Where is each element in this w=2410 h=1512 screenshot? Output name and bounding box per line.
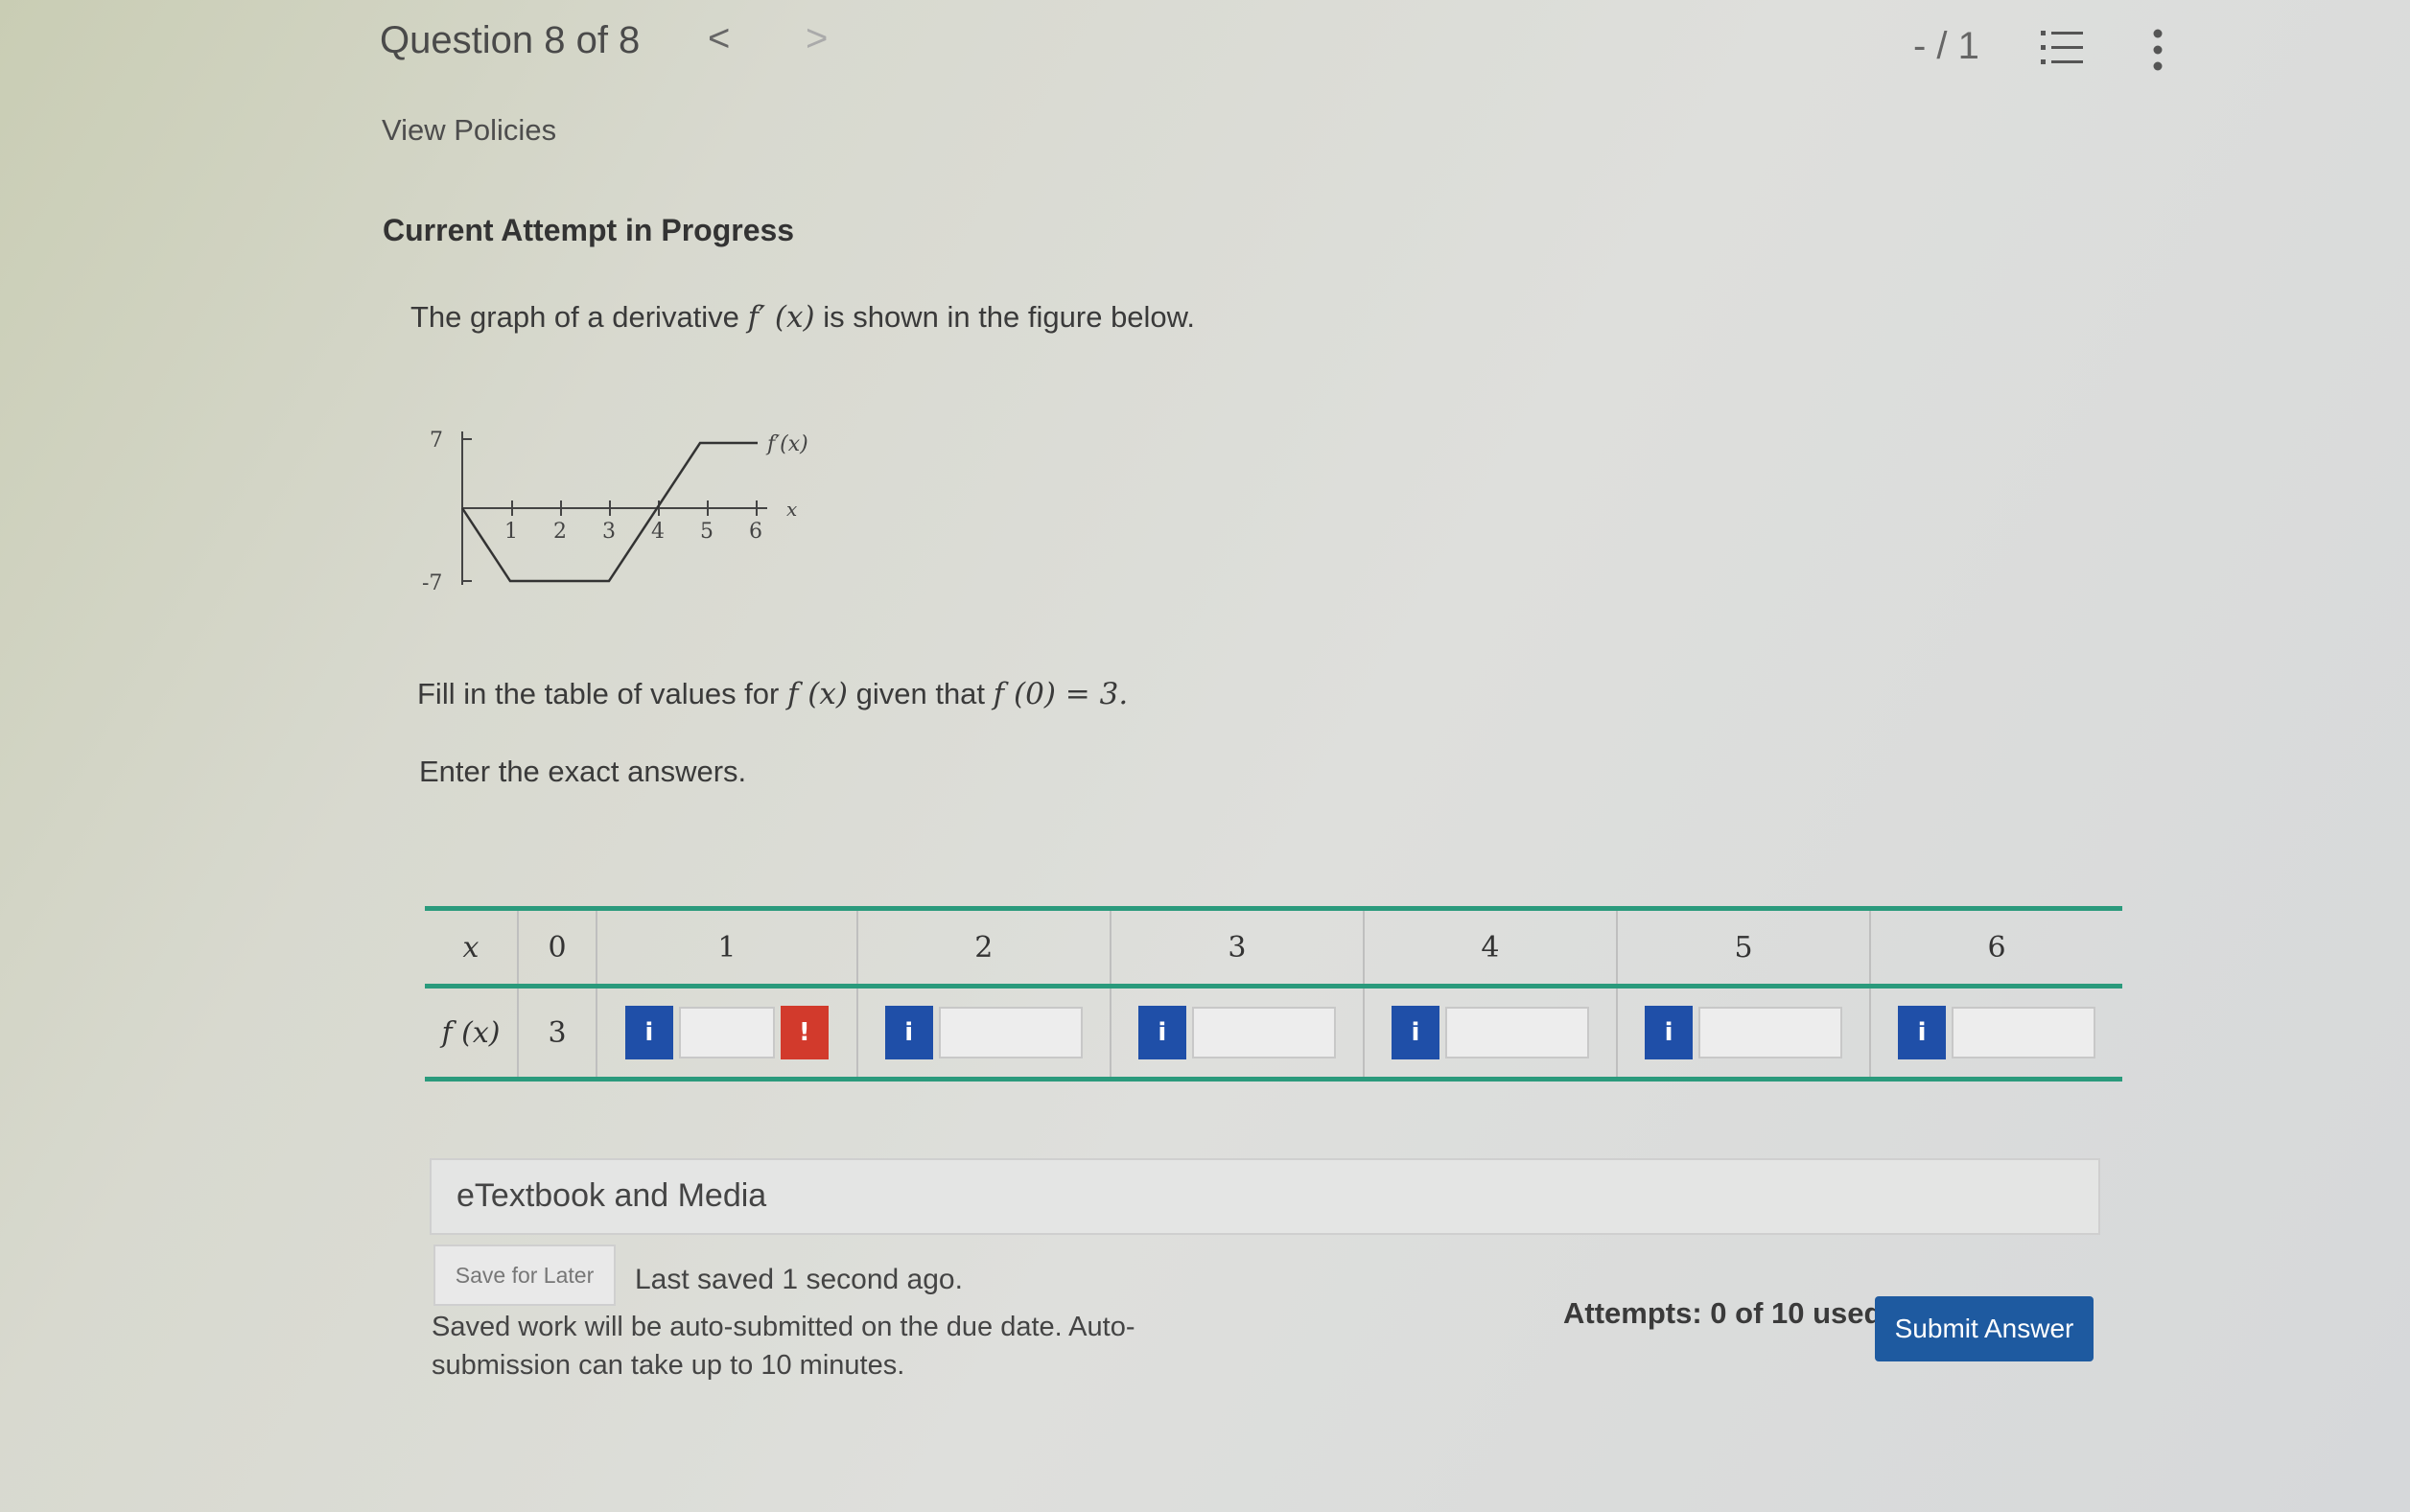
intro-function: f′ (x) bbox=[747, 300, 815, 335]
x-value: 1 bbox=[596, 906, 857, 989]
answer-cell-2: i bbox=[855, 986, 1111, 1082]
score-display: - / 1 bbox=[1913, 25, 1979, 67]
fill-text: Fill in the table of values for bbox=[417, 677, 780, 710]
answer-input-6[interactable] bbox=[1952, 1007, 2096, 1058]
answer-input-2[interactable] bbox=[938, 1007, 1083, 1058]
answer-input-1[interactable] bbox=[678, 1007, 775, 1058]
derivative-graph: 7 -7 1 2 3 4 5 6 x f′(x) bbox=[422, 429, 808, 595]
fx-row: f (x) 3 i ! i i i i i bbox=[425, 986, 2122, 1082]
save-for-later-button[interactable]: Save for Later bbox=[433, 1244, 616, 1306]
info-icon[interactable]: i bbox=[1137, 1006, 1186, 1059]
info-icon[interactable]: i bbox=[1645, 1006, 1694, 1059]
f0-value: 3 bbox=[517, 986, 597, 1082]
fill-instruction: Fill in the table of values for f (x) gi… bbox=[417, 677, 1128, 711]
answer-cell-4: i bbox=[1362, 986, 1617, 1082]
exact-answer-instruction: Enter the exact answers. bbox=[419, 755, 747, 788]
x-axis-label: x bbox=[786, 498, 797, 521]
info-icon[interactable]: i bbox=[1391, 1006, 1439, 1059]
intro-text: The graph of a derivative bbox=[410, 300, 739, 334]
x-tick-label: 4 bbox=[651, 520, 665, 544]
x-tick-label: 5 bbox=[700, 520, 714, 544]
answer-cell-3: i bbox=[1109, 986, 1364, 1082]
x-value: 5 bbox=[1615, 906, 1871, 989]
answer-cell-6: i bbox=[1869, 986, 2122, 1082]
info-icon[interactable]: i bbox=[1898, 1006, 1947, 1059]
fill-function: f (x) bbox=[786, 677, 848, 711]
y-bottom-label: -7 bbox=[422, 571, 442, 595]
previous-question-button[interactable]: < bbox=[708, 17, 730, 60]
view-policies-link[interactable]: View Policies bbox=[382, 113, 556, 148]
error-icon[interactable]: ! bbox=[780, 1006, 829, 1059]
x-value: 0 bbox=[517, 906, 597, 989]
etextbook-media-bar[interactable]: eTextbook and Media bbox=[430, 1158, 2100, 1235]
info-icon[interactable]: i bbox=[624, 1006, 673, 1059]
next-question-button[interactable]: > bbox=[806, 17, 828, 60]
attempt-heading: Current Attempt in Progress bbox=[383, 213, 795, 247]
attempts-counter: Attempts: 0 of 10 used bbox=[1563, 1296, 1883, 1330]
info-icon[interactable]: i bbox=[884, 1006, 933, 1059]
x-value: 4 bbox=[1362, 906, 1617, 989]
question-intro: The graph of a derivative f′ (x) is show… bbox=[410, 300, 1195, 335]
submit-answer-button[interactable]: Submit Answer bbox=[1875, 1296, 2094, 1361]
intro-text-end: is shown in the figure below. bbox=[823, 300, 1195, 334]
x-value: 2 bbox=[855, 906, 1111, 989]
answer-input-4[interactable] bbox=[1444, 1007, 1589, 1058]
answer-input-5[interactable] bbox=[1698, 1007, 1843, 1058]
auto-submit-note: Saved work will be auto-submitted on the… bbox=[432, 1312, 1135, 1381]
fill-condition: f (0) = 3. bbox=[993, 677, 1129, 711]
answer-cell-5: i bbox=[1615, 986, 1871, 1082]
x-tick-label: 2 bbox=[553, 520, 567, 544]
answer-input-3[interactable] bbox=[1191, 1007, 1336, 1058]
list-icon[interactable] bbox=[2041, 29, 2083, 67]
question-counter: Question 8 of 8 bbox=[380, 19, 641, 61]
y-top-label: 7 bbox=[430, 429, 443, 453]
x-value: 3 bbox=[1109, 906, 1364, 989]
more-vertical-icon[interactable] bbox=[2152, 29, 2164, 71]
x-header: x bbox=[425, 906, 518, 989]
last-saved-status: Last saved 1 second ago. bbox=[635, 1264, 963, 1295]
x-tick-label: 3 bbox=[602, 520, 616, 544]
x-tick-label: 6 bbox=[749, 520, 762, 544]
fill-text-mid: given that bbox=[855, 677, 986, 710]
values-table: x 0 1 2 3 4 5 6 f (x) 3 i ! i i i i i bbox=[425, 906, 2122, 1082]
x-tick-label: 1 bbox=[504, 520, 518, 544]
answer-cell-1: i ! bbox=[596, 986, 857, 1082]
x-row: x 0 1 2 3 4 5 6 bbox=[425, 906, 2122, 989]
curve-label: f′(x) bbox=[765, 432, 808, 456]
fx-header: f (x) bbox=[425, 986, 518, 1082]
x-value: 6 bbox=[1869, 906, 2122, 989]
